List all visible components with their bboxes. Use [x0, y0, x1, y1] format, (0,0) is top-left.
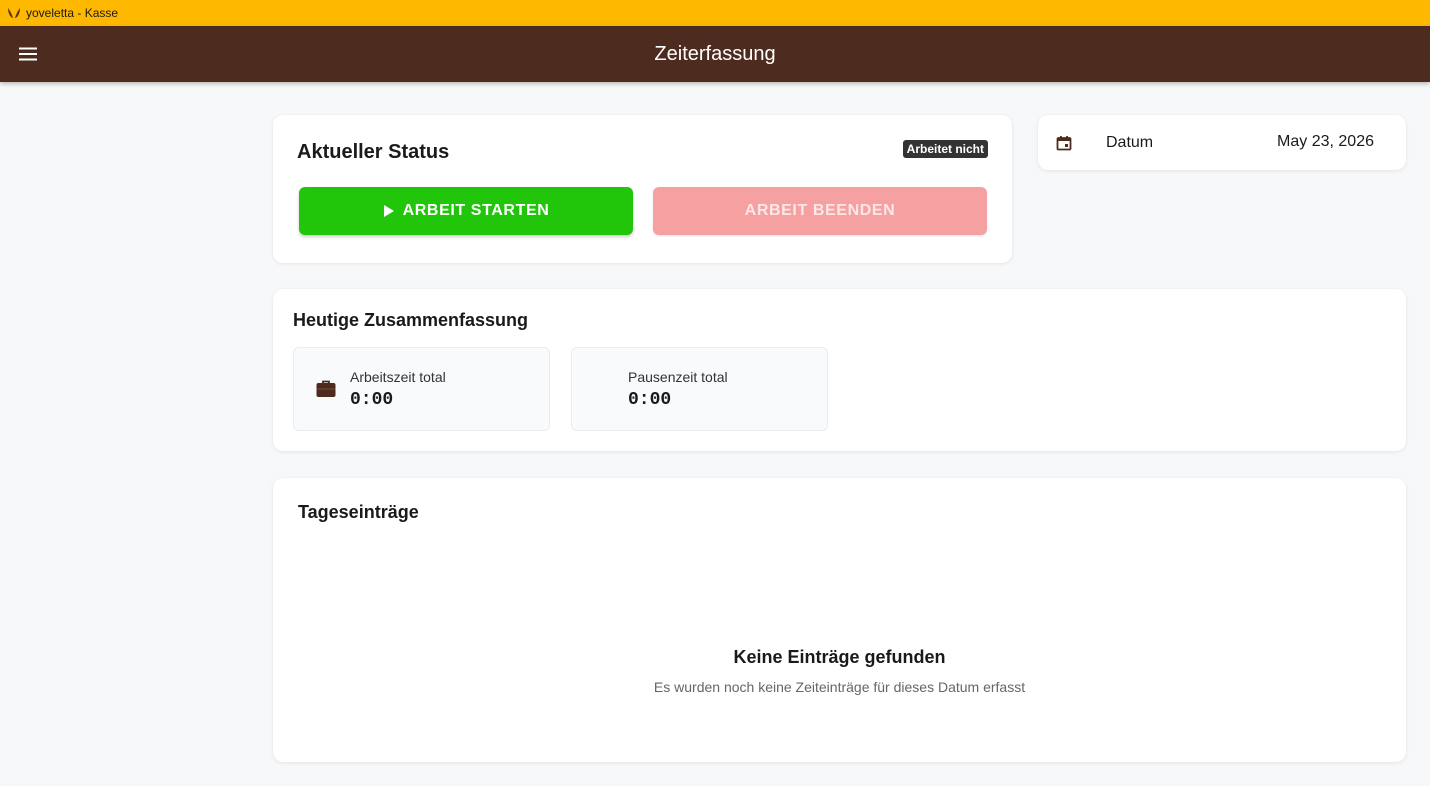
work-time-label: Arbeitszeit total	[350, 369, 446, 385]
entries-card: Tageseinträge Keine Einträge gefunden Es…	[273, 478, 1406, 762]
work-time-stat: Arbeitszeit total 0:00	[293, 347, 550, 431]
app-bar: Zeiterfassung	[0, 26, 1430, 82]
start-work-label: ARBEIT STARTEN	[402, 202, 550, 219]
stop-work-label: ARBEIT BEENDEN	[744, 202, 896, 219]
summary-heading: Heutige Zusammenfassung	[293, 310, 529, 330]
date-value[interactable]: May 23, 2026	[1277, 133, 1374, 151]
date-picker[interactable]: Datum May 23, 2026	[1038, 115, 1406, 170]
status-badge: Arbeitet nicht	[902, 140, 988, 158]
status-card: Aktueller Status Arbeitet nicht ARBEIT S…	[273, 115, 1012, 263]
window-title: yoveletta - Kasse	[26, 6, 119, 20]
page-title: Zeiterfassung	[654, 43, 776, 65]
start-work-button[interactable]: ARBEIT STARTEN	[299, 187, 633, 235]
play-icon	[383, 204, 395, 218]
summary-card: Heutige Zusammenfassung Arbeitszeit tota…	[273, 289, 1406, 451]
date-label: Datum	[1106, 134, 1154, 151]
yoveletta-logo-icon	[6, 5, 22, 21]
pause-time-value: 0:00	[628, 390, 672, 410]
pause-time-stat: Pausenzeit total 0:00	[571, 347, 828, 431]
pause-time-label: Pausenzeit total	[628, 369, 728, 385]
window-titlebar: yoveletta - Kasse	[0, 0, 1430, 26]
status-heading: Aktueller Status	[297, 141, 450, 163]
briefcase-icon	[316, 380, 336, 403]
work-time-value: 0:00	[350, 390, 394, 410]
stop-work-button[interactable]: ARBEIT BEENDEN	[653, 187, 987, 235]
empty-state-title: Keine Einträge gefunden	[733, 647, 946, 667]
calendar-icon	[1056, 135, 1072, 156]
entries-heading: Tageseinträge	[298, 502, 419, 522]
empty-state-subtitle: Es wurden noch keine Zeiteinträge für di…	[653, 679, 1026, 695]
